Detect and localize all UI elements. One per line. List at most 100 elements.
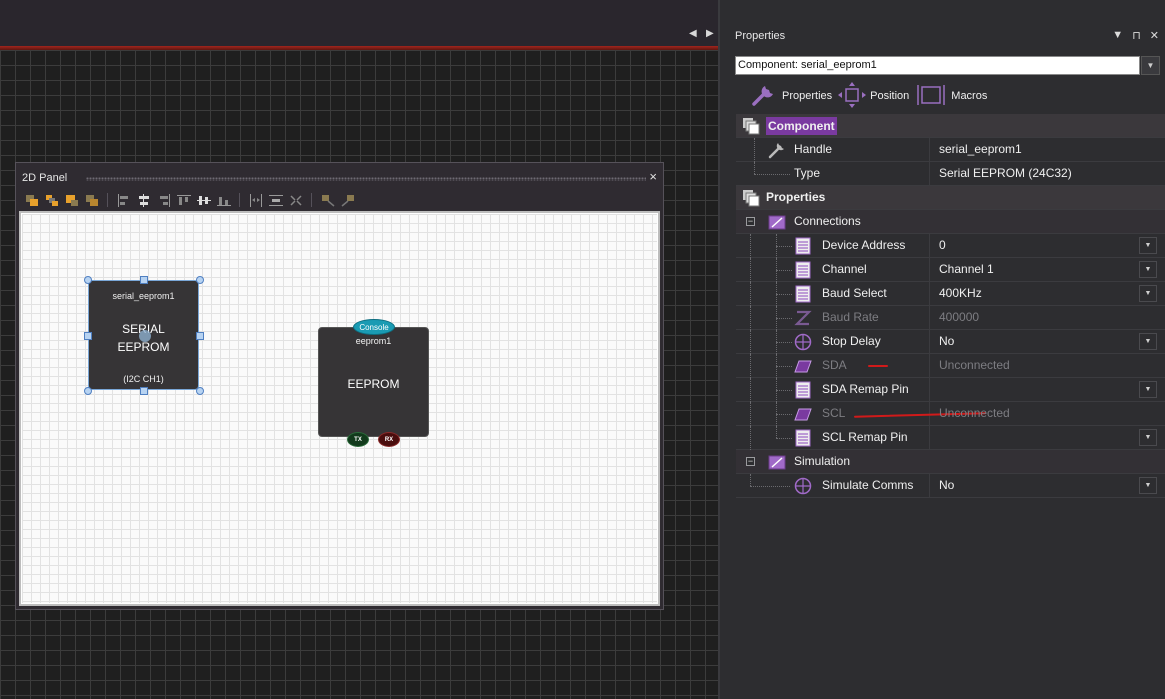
- panel-close-button[interactable]: ×: [649, 169, 657, 184]
- property-row[interactable]: SDA Remap Pin ▼: [736, 378, 1165, 402]
- section-label: Properties: [766, 190, 826, 204]
- close-icon[interactable]: ✕: [1150, 29, 1159, 42]
- property-value[interactable]: serial_eeprom1: [931, 138, 1165, 161]
- eeprom-component[interactable]: Console eeprom1 EEPROM TX RX: [318, 319, 429, 447]
- pin-icon[interactable]: ⊓: [1132, 29, 1141, 42]
- tab-label: Properties: [782, 90, 833, 102]
- dropdown-arrow[interactable]: ▼: [1139, 261, 1157, 278]
- component-selector[interactable]: Component: serial_eeprom1: [735, 56, 1140, 75]
- resize-handle[interactable]: [84, 332, 92, 340]
- align-right-icon[interactable]: [156, 193, 171, 207]
- align-middle-icon[interactable]: [196, 193, 211, 207]
- tab-position[interactable]: Position: [838, 81, 909, 110]
- panel-splitter[interactable]: [718, 0, 728, 699]
- section-properties[interactable]: Properties: [736, 186, 1165, 210]
- property-row[interactable]: SDA Unconnected: [736, 354, 1165, 378]
- align-left-icon[interactable]: [116, 193, 131, 207]
- resize-handle[interactable]: [140, 387, 148, 395]
- component-selector-arrow[interactable]: ▼: [1141, 56, 1160, 75]
- resize-handle[interactable]: [84, 276, 92, 284]
- dropdown-arrow[interactable]: ▼: [1139, 285, 1157, 302]
- resize-handle[interactable]: [140, 276, 148, 284]
- group-icon[interactable]: [320, 193, 335, 207]
- wrench-icon: [768, 141, 786, 159]
- resize-handle[interactable]: [84, 387, 92, 395]
- tab-properties[interactable]: Properties: [750, 82, 832, 110]
- property-row-type[interactable]: Type Serial EEPROM (24C32): [736, 162, 1165, 186]
- dropdown-icon[interactable]: ▼: [1112, 29, 1123, 42]
- wrench-icon: [750, 82, 778, 111]
- scroll-left-icon[interactable]: ◀: [689, 28, 697, 39]
- dropdown-arrow[interactable]: ▼: [1139, 237, 1157, 254]
- align-center-icon[interactable]: [136, 193, 151, 207]
- section-label: Component: [766, 117, 837, 135]
- group-connections[interactable]: − Connections: [736, 210, 1165, 234]
- property-row[interactable]: Channel Channel 1 ▼: [736, 258, 1165, 282]
- property-value[interactable]: ▼: [931, 426, 1165, 449]
- property-row[interactable]: Baud Select 400KHz ▼: [736, 282, 1165, 306]
- property-value-text: Channel 1: [939, 262, 994, 276]
- section-component[interactable]: Component: [736, 114, 1165, 138]
- property-value[interactable]: ▼: [931, 378, 1165, 401]
- property-row[interactable]: SCL Unconnected: [736, 402, 1165, 426]
- property-name: Channel: [822, 262, 867, 276]
- bring-forward-icon[interactable]: [44, 193, 59, 207]
- tab-macros[interactable]: Macros: [915, 82, 987, 110]
- property-value-text: 0: [939, 238, 946, 252]
- serial-eeprom-component[interactable]: serial_eeprom1 SERIAL EEPROM (I2C CH1): [84, 276, 204, 395]
- property-value[interactable]: 400KHz ▼: [931, 282, 1165, 305]
- property-row[interactable]: Baud Rate 400000: [736, 306, 1165, 330]
- property-name: Baud Rate: [822, 310, 879, 324]
- scroll-right-icon[interactable]: ▶: [706, 28, 714, 39]
- property-value[interactable]: No ▼: [931, 474, 1165, 497]
- space-evenly-icon[interactable]: [288, 193, 303, 207]
- bring-to-front-icon[interactable]: [24, 193, 39, 207]
- property-row-simulate-comms[interactable]: Simulate Comms No ▼: [736, 474, 1165, 498]
- tx-port[interactable]: TX: [347, 432, 369, 447]
- ungroup-icon[interactable]: [340, 193, 355, 207]
- panel-canvas-frame: serial_eeprom1 SERIAL EEPROM (I2C CH1) C…: [19, 211, 660, 606]
- property-name: SDA: [822, 358, 847, 372]
- property-value-text: 400KHz: [939, 286, 982, 300]
- property-name: Type: [794, 166, 821, 180]
- list-icon: [794, 429, 812, 447]
- group-simulation[interactable]: − Simulation: [736, 450, 1165, 474]
- property-value[interactable]: Channel 1 ▼: [931, 258, 1165, 281]
- dropdown-arrow[interactable]: ▼: [1139, 429, 1157, 446]
- collapse-icon[interactable]: −: [746, 457, 755, 466]
- resize-handle[interactable]: [196, 276, 204, 284]
- property-value[interactable]: No ▼: [931, 330, 1165, 353]
- folder-icon: [768, 213, 786, 231]
- property-row[interactable]: SCL Remap Pin ▼: [736, 426, 1165, 450]
- send-backward-icon[interactable]: [64, 193, 79, 207]
- rotation-handle[interactable]: [139, 330, 151, 342]
- panel-title: 2D Panel: [22, 172, 68, 184]
- align-bottom-icon[interactable]: [216, 193, 231, 207]
- collapse-icon[interactable]: −: [746, 217, 755, 226]
- panel-canvas[interactable]: serial_eeprom1 SERIAL EEPROM (I2C CH1) C…: [21, 213, 658, 604]
- folder-icon: [768, 453, 786, 471]
- property-row-handle[interactable]: Handle serial_eeprom1: [736, 138, 1165, 162]
- pin-icon: [794, 405, 812, 423]
- console-badge[interactable]: Console: [353, 319, 395, 335]
- 2d-panel-window: 2D Panel × serial_eeprom1 SERIAL EEPROM …: [15, 162, 664, 610]
- distribute-horizontal-icon[interactable]: [248, 193, 263, 207]
- dropdown-arrow[interactable]: ▼: [1139, 381, 1157, 398]
- panel-drag-grip[interactable]: [86, 177, 646, 181]
- property-value: Unconnected: [931, 354, 1165, 377]
- resize-handle[interactable]: [196, 332, 204, 340]
- align-top-icon[interactable]: [176, 193, 191, 207]
- property-name: Baud Select: [822, 286, 887, 300]
- property-value: Unconnected: [931, 402, 1165, 425]
- send-to-back-icon[interactable]: [84, 193, 99, 207]
- distribute-vertical-icon[interactable]: [268, 193, 283, 207]
- dropdown-arrow[interactable]: ▼: [1139, 477, 1157, 494]
- property-value-text: No: [939, 334, 955, 348]
- property-row[interactable]: Stop Delay No ▼: [736, 330, 1165, 354]
- property-row[interactable]: Device Address 0 ▼: [736, 234, 1165, 258]
- rx-port[interactable]: RX: [378, 432, 400, 447]
- resize-handle[interactable]: [196, 387, 204, 395]
- property-name: SDA Remap Pin: [822, 382, 909, 396]
- dropdown-arrow[interactable]: ▼: [1139, 333, 1157, 350]
- property-value[interactable]: 0 ▼: [931, 234, 1165, 257]
